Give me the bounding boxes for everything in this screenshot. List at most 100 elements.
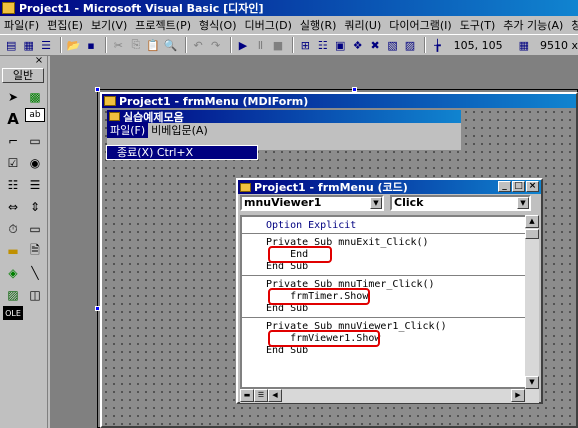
vertical-scrollbar[interactable]: ▲ ▼ [525,215,539,389]
child-menu-file[interactable]: 파일(F) [107,122,149,138]
break-icon[interactable]: Ⅱ [253,37,267,53]
add-project-icon[interactable]: ▤ [4,37,18,53]
start-icon[interactable]: ▶ [236,37,250,53]
form-icon [104,96,116,106]
procedure-combo[interactable]: Click ▼ [390,195,531,211]
maximize-icon[interactable]: □ [512,181,525,192]
toolbar-divider [60,37,63,53]
highlight-box [268,288,370,305]
toolbox-icon[interactable]: ✖ [368,37,382,53]
full-module-view-icon[interactable]: ☰ [254,389,268,402]
close-icon[interactable]: × [526,181,539,192]
open-project-icon[interactable]: 📂 [66,37,81,53]
scroll-thumb[interactable] [525,229,539,239]
menu-diagram[interactable]: 다이어그램(I) [385,17,455,33]
picturebox-icon[interactable]: ▩ [25,86,45,108]
combobox-icon[interactable]: ☷ [3,174,23,196]
find-icon[interactable]: 🔍 [164,37,178,53]
scroll-down-icon[interactable]: ▼ [525,376,539,389]
toolbox-grid: ➤ ▩ A ab ⌐ ▭ ☑ ◉ ☷ ☰ ⇔ ⇕ ⏱ ▭ ▬ 🗎 ◈ ╲ ▨ ◫… [3,86,45,328]
object-browser-icon[interactable]: ❖ [350,37,364,53]
add-form-icon[interactable]: ▦ [21,37,35,53]
menu-edit[interactable]: 편집(E) [43,17,87,33]
form-icon [109,112,120,121]
menu-format[interactable]: 형식(O) [195,17,240,33]
procedure-separator [242,317,525,318]
size-readout: 9510 x [540,38,578,52]
chevron-down-icon[interactable]: ▼ [517,197,529,209]
pointer-icon[interactable]: ➤ [3,86,23,108]
position-readout: 105, 105 [453,38,503,52]
menu-editor-icon[interactable]: ☰ [39,37,53,53]
code-editor[interactable]: Option Explicit Private Sub mnuExit_Clic… [240,215,525,389]
menu-project[interactable]: 프로젝트(P) [131,17,195,33]
menu-tools[interactable]: 도구(T) [456,17,500,33]
procedure-separator [242,275,525,276]
toolbar-divider [105,37,108,53]
horizontal-scrollbar[interactable]: ▬ ☰ ◀ ▶ [240,389,539,403]
child-menu-vb-intro[interactable]: 비베입문(A) [148,122,211,138]
form-layout-icon[interactable]: ▣ [333,37,347,53]
position-icon: ╆ [434,38,441,52]
vscrollbar-icon[interactable]: ⇕ [25,196,45,218]
toolbar-divider [424,37,427,53]
paste-icon[interactable]: 📋 [146,37,160,53]
vb-app-icon [2,2,15,14]
chevron-down-icon[interactable]: ▼ [370,197,382,209]
project-explorer-icon[interactable]: ⊞ [298,37,312,53]
frame-icon[interactable]: ⌐ [3,130,23,152]
toolbox-tab-general[interactable]: 일반 [2,68,44,83]
optionbutton-icon[interactable]: ◉ [25,152,45,174]
timer-icon[interactable]: ⏱ [3,218,23,240]
menu-item-exit[interactable]: 종료(X) Ctrl+X [106,145,258,160]
dirlist-icon[interactable]: ▬ [3,240,23,262]
hscrollbar-icon[interactable]: ⇔ [3,196,23,218]
line-icon[interactable]: ╲ [25,262,45,284]
menu-query[interactable]: 쿼리(U) [340,17,385,33]
object-combo[interactable]: mnuViewer1 ▼ [240,195,384,211]
properties-window-icon[interactable]: ☷ [316,37,330,53]
highlight-box [268,330,380,347]
app-title: Project1 - Microsoft Visual Basic [디자인] [19,2,264,15]
standard-toolbar: ▤ ▦ ☰ 📂 ▪ ✂ ⎘ 📋 🔍 ↶ ↷ ▶ Ⅱ ■ ⊞ ☷ ▣ ❖ ✖ ▧ … [0,34,578,56]
scroll-left-icon[interactable]: ◀ [268,389,282,402]
toolbar-divider [184,37,187,53]
drivelist-icon[interactable]: ▭ [25,218,45,240]
commandbutton-icon[interactable]: ▭ [25,130,45,152]
filelist-icon[interactable]: 🗎 [25,240,45,262]
copy-icon[interactable]: ⎘ [129,37,143,53]
data-icon[interactable]: ◫ [25,284,45,306]
highlight-box [268,246,332,263]
toolbar-divider [292,37,295,53]
textbox-icon[interactable]: ab [25,108,45,122]
component-manager-icon[interactable]: ▨ [403,37,417,53]
menu-run[interactable]: 실행(R) [296,17,340,33]
code-window-titlebar[interactable]: Project1 - frmMenu (코드) _ □ × [238,180,541,194]
cut-icon[interactable]: ✂ [111,37,125,53]
menu-window[interactable]: 창(W) [567,17,578,33]
scroll-up-icon[interactable]: ▲ [525,215,539,228]
size-icon: ▦ [518,38,530,52]
data-view-icon[interactable]: ▧ [385,37,399,53]
menu-view[interactable]: 보기(V) [87,17,131,33]
undo-icon[interactable]: ↶ [191,37,205,53]
procedure-view-icon[interactable]: ▬ [240,389,254,402]
menu-debug[interactable]: 디버그(D) [240,17,295,33]
redo-icon[interactable]: ↷ [208,37,222,53]
label-icon[interactable]: A [3,108,23,130]
minimize-icon[interactable]: _ [498,181,511,192]
mdi-form-titlebar[interactable]: Project1 - frmMenu (MDIForm) [102,94,576,108]
checkbox-icon[interactable]: ☑ [3,152,23,174]
save-project-icon[interactable]: ▪ [84,37,98,53]
code-icon [240,182,251,192]
menu-file[interactable]: 파일(F) [0,17,43,33]
stop-icon[interactable]: ■ [271,37,285,53]
main-menubar: 파일(F) 편집(E) 보기(V) 프로젝트(P) 형식(O) 디버그(D) 실… [0,16,578,34]
image-icon[interactable]: ▨ [3,284,23,306]
scroll-right-icon[interactable]: ▶ [511,389,525,402]
toolbox-close-icon[interactable]: × [33,56,45,67]
ole-icon[interactable]: OLE [3,306,23,320]
menu-addins[interactable]: 추가 기능(A) [499,17,567,33]
shape-icon[interactable]: ◈ [3,262,23,284]
listbox-icon[interactable]: ☰ [25,174,45,196]
